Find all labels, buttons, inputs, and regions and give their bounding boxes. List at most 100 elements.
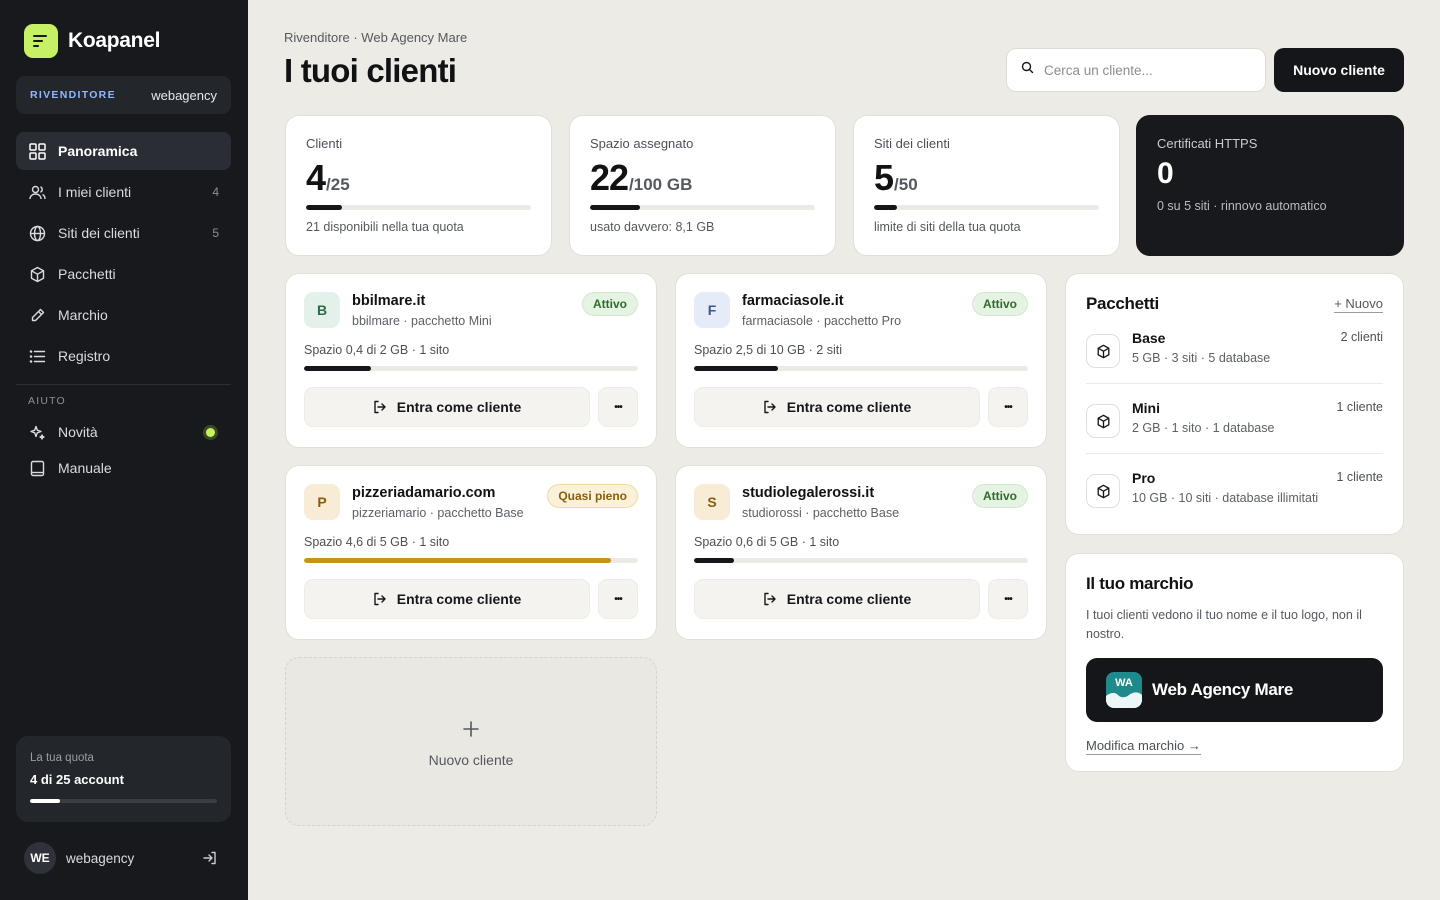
stat-label: Certificati HTTPS [1157, 136, 1258, 151]
brand-description: I tuoi clienti vedono il tuo nome e il t… [1086, 608, 1362, 641]
brand-logo: WA [1106, 672, 1142, 708]
cube-icon [1086, 474, 1120, 508]
enter-as-client-button[interactable]: Entra come cliente [694, 579, 980, 619]
quota-value: 4 di 25 account [30, 772, 124, 787]
add-client-card[interactable]: Nuovo cliente [285, 657, 657, 826]
logout-icon[interactable] [200, 848, 220, 868]
more-icon: ••• [614, 401, 622, 413]
more-options-button[interactable]: ••• [598, 579, 638, 619]
stat-value: 0 [1157, 157, 1174, 190]
package-name: Pro [1132, 470, 1156, 486]
enter-as-client-button[interactable]: Entra come cliente [304, 579, 590, 619]
brand-name: Web Agency Mare [1152, 680, 1293, 699]
more-icon: ••• [1004, 593, 1012, 605]
stat-progress-bar [306, 205, 531, 210]
client-card: Bbbilmare.it bbilmare · pacchetto Mini Att… [285, 273, 657, 448]
nav-count: 5 [212, 226, 219, 240]
stat-note: 21 disponibili nella tua quota [306, 220, 464, 234]
package-item[interactable]: Mini 2 GB · 1 sito · 1 database 1 cliente [1086, 384, 1383, 454]
package-name: Base [1132, 330, 1166, 346]
more-options-button[interactable]: ••• [988, 387, 1028, 427]
nav-item-novita[interactable]: Novità [16, 414, 231, 450]
stat-progress-fill [590, 205, 640, 210]
stat-progress-fill [306, 205, 342, 210]
package-item[interactable]: Base 5 GB · 3 siti · 5 database 2 clienti [1086, 314, 1383, 384]
nav-label: I miei clienti [58, 184, 132, 200]
enter-as-client-label: Entra come cliente [396, 399, 522, 415]
nav-item-pacchetti[interactable]: Pacchetti [16, 255, 231, 293]
avatar: WE [24, 842, 56, 874]
client-space-fill [304, 558, 612, 563]
list-icon [28, 347, 46, 365]
edit-brand-link[interactable]: Modifica marchio → [1086, 738, 1201, 755]
stat-card-clienti: Clienti 4/25 21 disponibili nella tua qu… [285, 115, 552, 256]
quota-progress-bar [30, 799, 217, 803]
more-icon: ••• [1004, 401, 1012, 413]
client-domain[interactable]: bbilmare.it [352, 293, 582, 309]
quota-progress-fill [30, 799, 60, 803]
sidebar-divider [16, 384, 231, 385]
more-options-button[interactable]: ••• [598, 387, 638, 427]
stat-note: usato davvero: 8,1 GB [590, 220, 715, 234]
package-description: 10 GB · 10 siti · database illimitati [1132, 491, 1319, 505]
search-icon [1021, 61, 1034, 79]
breadcrumb: Rivenditore · Web Agency Mare [284, 30, 468, 45]
stat-value: 22 [590, 157, 629, 198]
stat-label: Spazio assegnato [590, 136, 694, 151]
brand-preview: WA Web Agency Mare [1086, 658, 1383, 722]
nav-item-panoramica[interactable]: Panoramica [16, 132, 231, 170]
quota-label: La tua quota [30, 752, 94, 764]
stat-label: Clienti [306, 136, 343, 151]
logo-icon [24, 24, 58, 58]
brand-title: Il tuo marchio [1086, 574, 1194, 593]
enter-as-client-label: Entra come cliente [786, 591, 912, 607]
stat-card-siti: Siti dei clienti 5/50 limite di siti del… [853, 115, 1120, 256]
search-input[interactable] [1044, 62, 1244, 78]
cube-icon [1086, 334, 1120, 368]
new-client-button[interactable]: Nuovo cliente [1274, 48, 1404, 92]
enter-as-client-button[interactable]: Entra come cliente [304, 387, 590, 427]
sparkle-icon [28, 423, 46, 441]
user-name: webagency [66, 850, 135, 866]
app-logo[interactable]: Koapanel [24, 24, 160, 58]
package-item[interactable]: Pro 10 GB · 10 siti · database illimitati… [1086, 454, 1383, 514]
client-subtitle: farmaciasole · pacchetto Pro [742, 314, 902, 328]
nav-label: Siti dei clienti [58, 225, 140, 241]
user-profile[interactable]: WE webagency [24, 840, 220, 876]
client-initial-avatar: P [304, 484, 340, 520]
login-icon [373, 592, 387, 606]
client-space-usage: Spazio 0,6 di 5 GB · 1 sito [694, 535, 840, 549]
more-options-button[interactable]: ••• [988, 579, 1028, 619]
nav-item-registro[interactable]: Registro [16, 337, 231, 375]
client-domain[interactable]: pizzeriadamario.com [352, 485, 547, 501]
help-nav: Novità Manuale [16, 414, 231, 486]
add-client-label: Nuovo cliente [428, 751, 514, 768]
status-badge: Quasi pieno [547, 484, 638, 508]
nav-item-manuale[interactable]: Manuale [16, 450, 231, 486]
client-domain[interactable]: studiolegalerossi.it [742, 485, 972, 501]
package-client-count: 1 cliente [1336, 400, 1383, 414]
new-package-link[interactable]: + Nuovo [1334, 296, 1383, 313]
nav-item-marchio[interactable]: Marchio [16, 296, 231, 334]
nav-item-clienti[interactable]: I miei clienti 4 [16, 173, 231, 211]
client-space-bar [304, 366, 638, 371]
client-space-usage: Spazio 0,4 di 2 GB · 1 sito [304, 343, 450, 357]
enter-as-client-label: Entra come cliente [786, 399, 912, 415]
client-initial-avatar: S [694, 484, 730, 520]
client-domain[interactable]: farmaciasole.it [742, 293, 972, 309]
reseller-switcher[interactable]: RIVENDITORE webagency [16, 76, 231, 114]
client-space-bar [304, 558, 638, 563]
client-subtitle: pizzeriamario · pacchetto Base [352, 506, 524, 520]
nav-item-siti[interactable]: Siti dei clienti 5 [16, 214, 231, 252]
stat-note: limite di siti della tua quota [874, 220, 1021, 234]
stat-value: 4 [306, 157, 326, 198]
client-space-bar [694, 558, 1028, 563]
search-box[interactable] [1006, 48, 1266, 92]
more-icon: ••• [614, 593, 622, 605]
stat-note: 0 su 5 siti · rinnovo automatico [1157, 199, 1327, 213]
nav-label: Pacchetti [58, 266, 116, 282]
plus-icon [462, 716, 480, 742]
users-icon [28, 183, 46, 201]
reseller-name: webagency [151, 87, 217, 103]
enter-as-client-button[interactable]: Entra come cliente [694, 387, 980, 427]
